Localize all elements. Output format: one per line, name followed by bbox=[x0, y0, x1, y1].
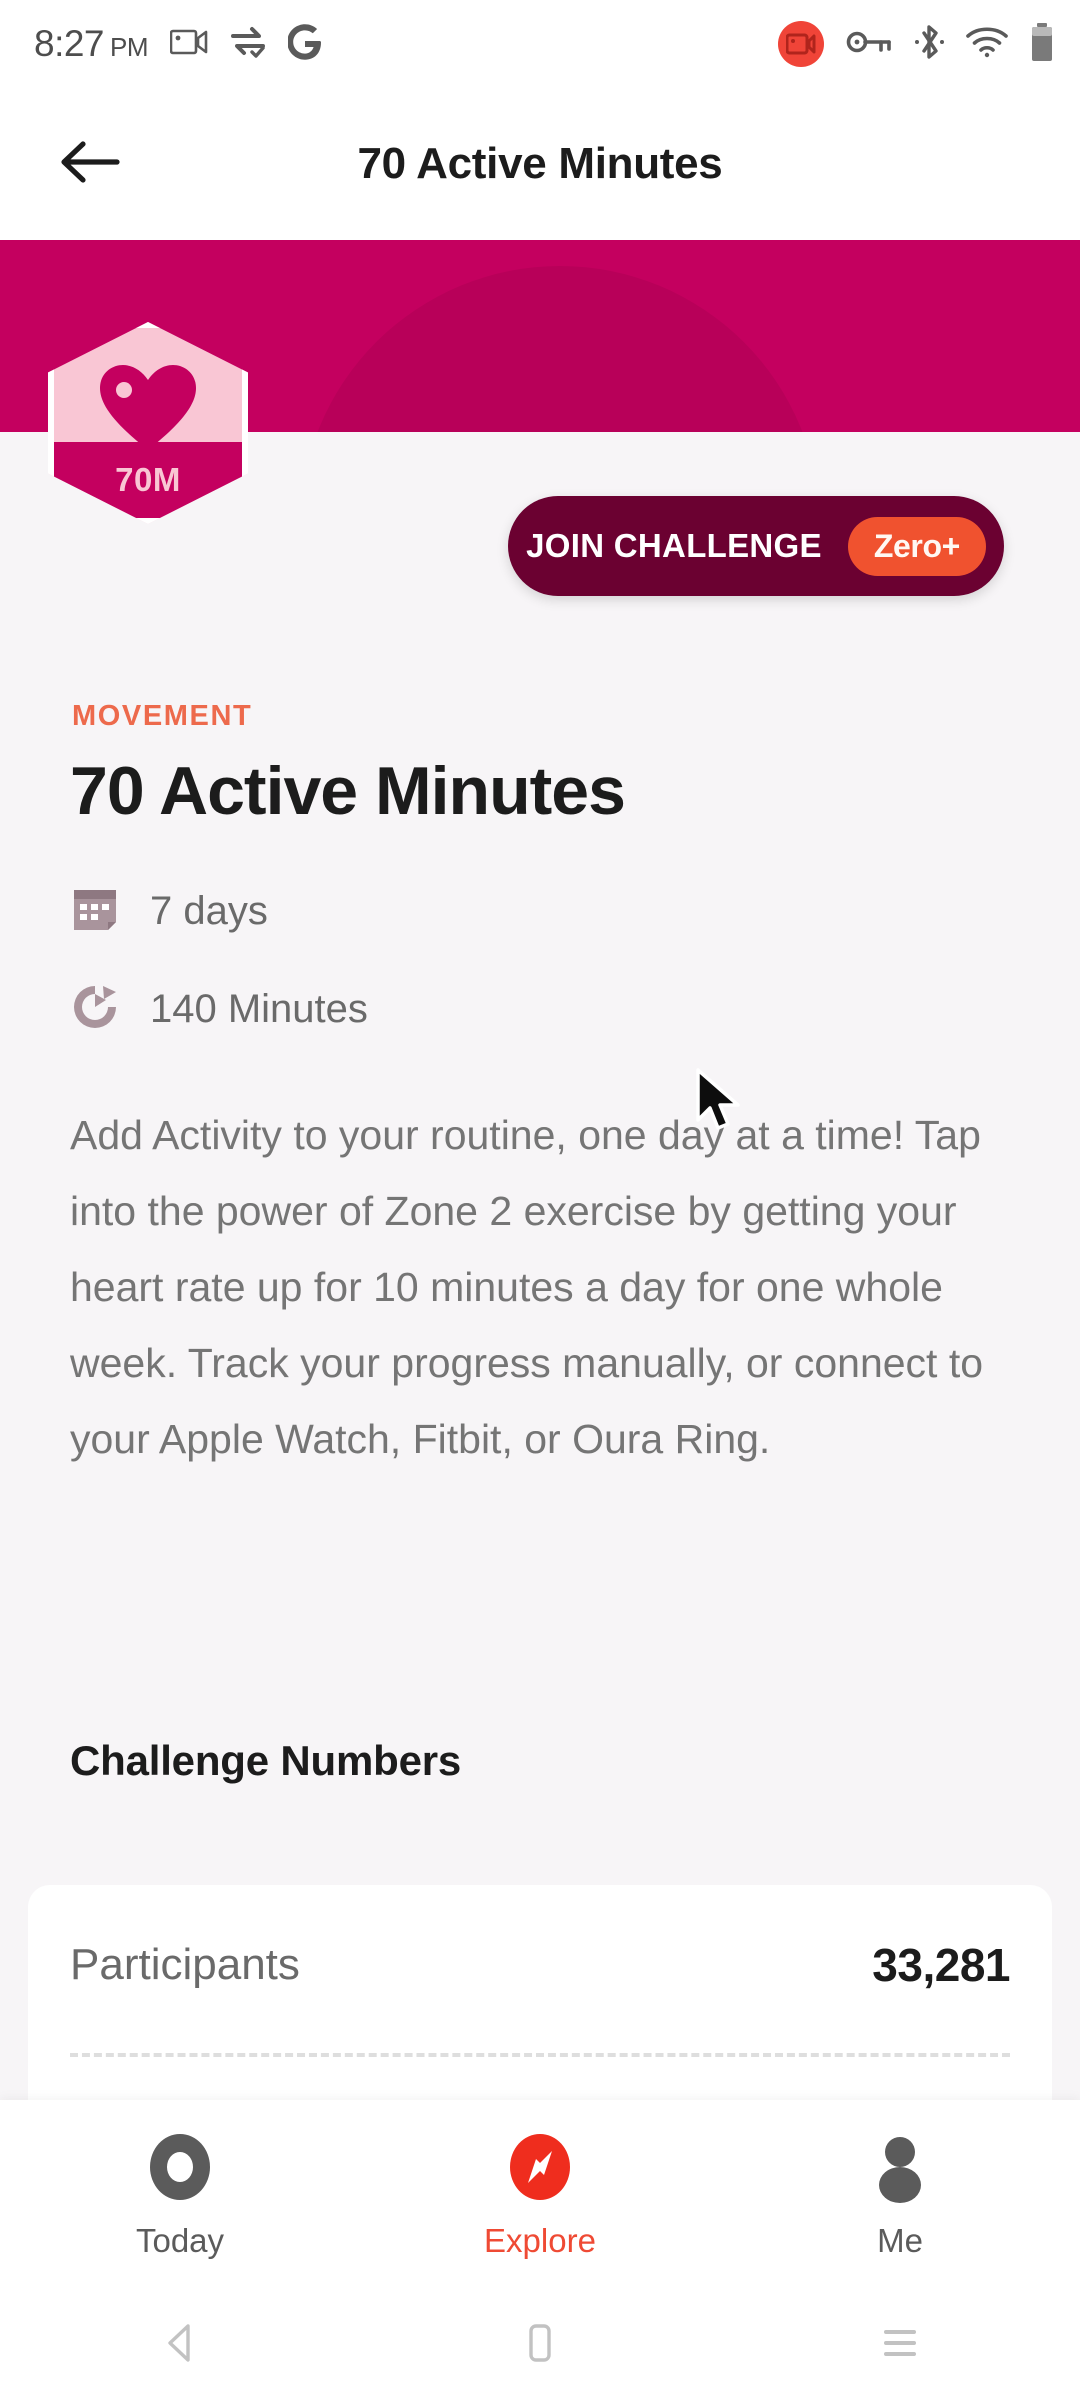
meta-goal-text: 140 Minutes bbox=[150, 987, 368, 1031]
join-challenge-label: JOIN CHALLENGE bbox=[526, 527, 822, 564]
meta-duration-text: 7 days bbox=[150, 889, 268, 933]
ring-icon bbox=[146, 2131, 214, 2208]
screen-record-icon bbox=[169, 27, 208, 62]
back-nav-icon bbox=[158, 2320, 202, 2371]
tab-explore[interactable]: Explore bbox=[360, 2131, 720, 2260]
app-screen: 8:27 PM 70 Active Minutes 70M JOIN CHALL… bbox=[0, 0, 1080, 2400]
goal-target-icon bbox=[70, 982, 120, 1037]
vpn-key-icon bbox=[846, 29, 892, 60]
challenge-numbers-heading: Challenge Numbers bbox=[70, 1737, 462, 1784]
table-row: Participants 33,281 bbox=[28, 1885, 1052, 2045]
android-home-button[interactable] bbox=[360, 2320, 720, 2371]
wifi-icon bbox=[966, 26, 1008, 63]
calendar-icon bbox=[70, 884, 120, 939]
bluetooth-icon bbox=[914, 22, 944, 67]
android-back-button[interactable] bbox=[0, 2320, 360, 2371]
challenge-description: Add Activity to your routine, one day at… bbox=[70, 1112, 984, 1462]
tab-me[interactable]: Me bbox=[720, 2131, 1080, 2260]
status-bar-left: 8:27 PM bbox=[34, 23, 322, 65]
participants-label: Participants bbox=[70, 1940, 300, 1989]
challenge-title: 70 Active Minutes bbox=[70, 753, 626, 829]
page-title: 70 Active Minutes bbox=[357, 139, 723, 188]
recents-nav-icon bbox=[878, 2320, 922, 2371]
status-bar-clock: 8:27 PM bbox=[34, 23, 149, 64]
compass-icon bbox=[506, 2131, 574, 2208]
challenge-badge: 70M bbox=[48, 322, 248, 524]
hero-arch-decoration bbox=[300, 266, 820, 432]
zero-plus-badge: Zero+ bbox=[847, 516, 986, 576]
tab-me-label: Me bbox=[877, 2221, 923, 2259]
join-challenge-button[interactable]: JOIN CHALLENGE Zero+ bbox=[508, 496, 1004, 596]
tab-today[interactable]: Today bbox=[0, 2131, 360, 2260]
category-kicker: MOVEMENT bbox=[72, 700, 253, 732]
person-icon bbox=[866, 2131, 934, 2208]
app-bar: 70 Active Minutes bbox=[0, 88, 1080, 240]
status-bar-right bbox=[778, 21, 1054, 67]
status-bar: 8:27 PM bbox=[0, 0, 1080, 88]
meta-duration: 7 days bbox=[70, 884, 268, 939]
bottom-tab-bar: Today Explore Me bbox=[0, 2100, 1080, 2290]
sync-icon bbox=[230, 25, 266, 64]
meta-goal: 140 Minutes bbox=[70, 982, 368, 1037]
tab-explore-label: Explore bbox=[484, 2221, 596, 2259]
challenge-numbers-card: Participants 33,281 bbox=[28, 1885, 1052, 2105]
android-nav-bar bbox=[0, 2290, 1080, 2400]
participants-value: 33,281 bbox=[872, 1939, 1010, 1991]
google-icon bbox=[287, 23, 322, 65]
badge-bottom-band: 70M bbox=[54, 442, 242, 518]
home-nav-icon bbox=[518, 2320, 562, 2371]
android-recents-button[interactable] bbox=[720, 2320, 1080, 2371]
battery-icon bbox=[1030, 22, 1054, 67]
row-divider bbox=[70, 2053, 1010, 2057]
recording-indicator-icon bbox=[778, 21, 824, 67]
badge-hexagon: 70M bbox=[48, 322, 248, 524]
tab-today-label: Today bbox=[135, 2221, 225, 2259]
back-button[interactable] bbox=[30, 104, 150, 224]
badge-label: 70M bbox=[115, 461, 181, 498]
back-arrow-icon bbox=[59, 138, 121, 191]
